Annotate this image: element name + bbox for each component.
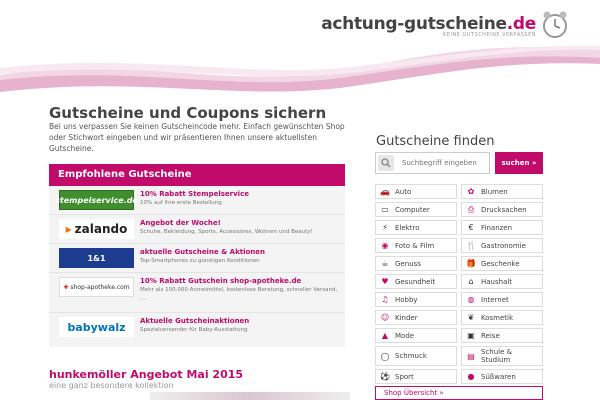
site-logo[interactable]: achtung-gutscheine.de KEINE GUTSCHEINE V… [321, 14, 536, 38]
guitar-icon: ♫ [381, 295, 389, 304]
list-item[interactable]: babywalz Aktuelle Gutscheinaktionen Spez… [49, 313, 345, 347]
coupon-desc: Schuhe, Bekleidung, Sports, Accessoires,… [140, 229, 313, 235]
list-item[interactable]: stempelservice.de 10% Rabatt Stempelserv… [49, 186, 345, 215]
category-geschenke[interactable]: 🎁 Geschenke [461, 256, 543, 271]
category-mode[interactable]: ▲ Mode [375, 328, 457, 343]
promo-banner[interactable] [150, 392, 350, 400]
list-item[interactable]: 1&1 aktuelle Gutscheine & Aktionen Top-S… [49, 244, 345, 273]
printer-icon: ⎙ [467, 204, 475, 214]
stempelservice-logo[interactable]: stempelservice.de [55, 190, 138, 210]
coupon-desc: Spezialversender für Baby-Ausstattung [140, 327, 248, 333]
babywalz-logo[interactable]: babywalz [59, 317, 134, 337]
list-item[interactable]: ✚ shop-apotheke.com 10% Rabatt Gutschein … [49, 273, 345, 313]
coupon-desc: 10% auf Ihre erste Bestellung [140, 200, 222, 206]
alarm-clock-icon [543, 11, 567, 38]
coupon-title[interactable]: aktuelle Gutscheine & Aktionen [140, 248, 341, 257]
category-schule-studium[interactable]: ▤ Schule & Studium [461, 346, 543, 366]
money-icon: € [468, 223, 474, 232]
coupon-title[interactable]: 10% Rabatt Stempelservice [140, 190, 341, 199]
header: achtung-gutscheine.de KEINE GUTSCHEINE V… [0, 0, 600, 95]
category-reise[interactable]: ▣ Reise [461, 328, 543, 343]
zalando-logo[interactable]: ▸ zalando [59, 219, 134, 239]
ring-icon: ◯ [380, 351, 390, 361]
search-form: suchen » [375, 152, 543, 174]
search-icon [378, 155, 394, 171]
heart-icon: ♥ [381, 277, 389, 286]
teddy-icon: ☺ [380, 313, 390, 322]
category-hobby[interactable]: ♫ Hobby [375, 292, 457, 307]
category-finanzen[interactable]: € Finanzen [461, 220, 543, 235]
coupon-desc: Top-Smartphones zu günstigen Konditionen [140, 258, 260, 264]
cutlery-icon: 🍴 [466, 241, 476, 250]
list-item[interactable]: ▸ zalando Angebot der Woche! Schuhe, Bekl… [49, 215, 345, 244]
1und1-logo[interactable]: 1&1 [59, 248, 134, 268]
category-computer[interactable]: ▭ Computer [375, 202, 457, 217]
shop-overview-link[interactable]: Shop Übersicht » [375, 386, 543, 400]
flower-icon: ✿ [467, 187, 475, 196]
recommended-heading: Empfohlene Gutscheine [49, 164, 345, 186]
suitcase-icon: ▣ [467, 331, 475, 340]
laptop-icon: ▭ [381, 205, 389, 214]
promo-subtitle: eine ganz besondere kollektion [49, 381, 174, 390]
category-gastronomie[interactable]: 🍴 Gastronomie [461, 238, 543, 253]
ball-icon: ⚽ [380, 372, 390, 381]
camera-icon: ◉ [381, 241, 389, 250]
car-icon: 🚗 [380, 187, 390, 196]
candy-icon: ● [467, 372, 475, 381]
coupon-title[interactable]: Aktuelle Gutscheinaktionen [140, 317, 341, 326]
globe-icon: ◍ [467, 295, 475, 304]
category-suesswaren[interactable]: ● Süßwaren [461, 369, 543, 384]
cup-icon: ☕ [381, 259, 389, 268]
plug-icon: ⚡ [382, 223, 388, 232]
shop-apotheke-logo[interactable]: ✚ shop-apotheke.com [59, 277, 134, 297]
category-blumen[interactable]: ✿ Blumen [461, 184, 543, 199]
category-internet[interactable]: ◍ Internet [461, 292, 543, 307]
category-haushalt[interactable]: ⌂ Haushalt [461, 274, 543, 289]
lipstick-icon: ❦ [467, 313, 475, 322]
category-genuss[interactable]: ☕ Genuss [375, 256, 457, 271]
category-schmuck[interactable]: ◯ Schmuck [375, 346, 457, 366]
coupon-title[interactable]: 10% Rabatt Gutschein shop-apotheke.de [140, 277, 341, 286]
finder-title: Gutscheine finden [376, 134, 495, 149]
house-icon: ⌂ [468, 277, 474, 286]
hanger-icon: ▲ [381, 331, 389, 340]
search-button[interactable]: suchen » [495, 152, 543, 174]
books-icon: ▤ [467, 351, 475, 361]
coupon-desc: Mehr als 100.000 Arzneimittel, kostenlos… [140, 287, 338, 302]
category-elektro[interactable]: ⚡ Elektro [375, 220, 457, 235]
category-kinder[interactable]: ☺ Kinder [375, 310, 457, 325]
page-title: Gutscheine und Coupons sichern [49, 104, 327, 122]
category-auto[interactable]: 🚗 Auto [375, 184, 457, 199]
intro-text: Bei uns verpassen Sie keinen Gutscheinco… [49, 122, 345, 153]
category-gesundheit[interactable]: ♥ Gesundheit [375, 274, 457, 289]
promo-title[interactable]: hunkemöller Angebot Mai 2015 [49, 368, 243, 381]
category-foto-film[interactable]: ◉ Foto & Film [375, 238, 457, 253]
category-drucksachen[interactable]: ⎙ Drucksachen [461, 202, 543, 217]
recommended-coupons: Empfohlene Gutscheine stempelservice.de … [49, 164, 345, 347]
gift-icon: 🎁 [466, 259, 476, 268]
category-sport[interactable]: ⚽ Sport [375, 369, 457, 384]
coupon-title[interactable]: Angebot der Woche! [140, 219, 341, 228]
category-grid: 🚗 Auto ✿ Blumen ▭ Computer ⎙ Drucksachen ⚡ El… [375, 184, 543, 384]
category-kosmetik[interactable]: ❦ Kosmetik [461, 310, 543, 325]
